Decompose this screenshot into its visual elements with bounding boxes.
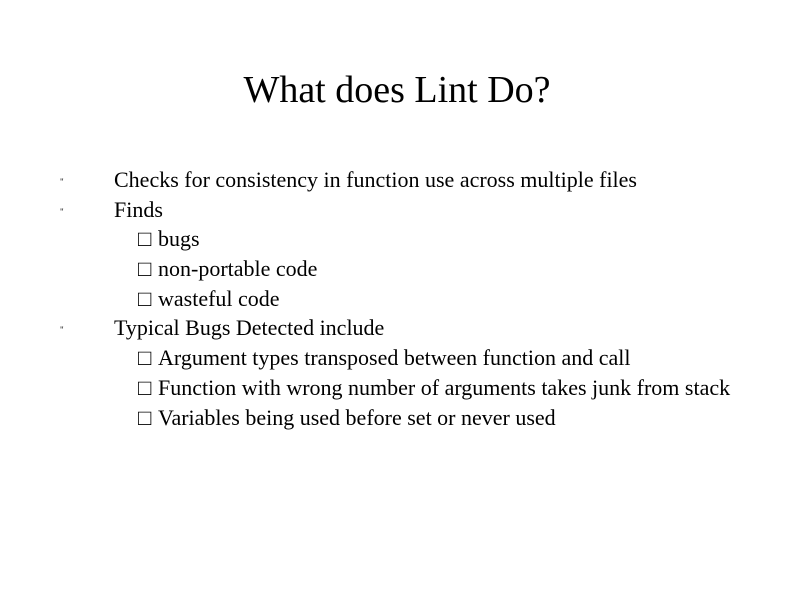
list-item: " Checks for consistency in function use… (114, 165, 738, 195)
sublist-item: □ Argument types transposed between func… (114, 343, 738, 373)
sublist-item: □ non-portable code (114, 254, 738, 284)
slide-title: What does Lint Do? (0, 0, 794, 112)
list-item-text: Checks for consistency in function use a… (114, 165, 738, 195)
slide-content: " Checks for consistency in function use… (114, 165, 738, 432)
box-icon: □ (138, 403, 158, 433)
sublist-item: □ Function with wrong number of argument… (114, 373, 738, 403)
sublist-item-text: Variables being used before set or never… (158, 403, 738, 433)
bullet-mark-icon: " (60, 165, 70, 188)
sublist-item-text: wasteful code (158, 284, 738, 314)
slide: What does Lint Do? " Checks for consiste… (0, 0, 794, 595)
box-icon: □ (138, 284, 158, 314)
list-item-text: Typical Bugs Detected include (114, 313, 738, 343)
bullet-mark-icon: " (60, 195, 70, 218)
list-item: " Typical Bugs Detected include (114, 313, 738, 343)
box-icon: □ (138, 224, 158, 254)
sublist-item: □ wasteful code (114, 284, 738, 314)
list-item-text: Finds (114, 195, 738, 225)
sublist-item-text: Argument types transposed between functi… (158, 343, 738, 373)
sublist-item-text: non-portable code (158, 254, 738, 284)
bullet-mark-icon: " (60, 313, 70, 336)
sublist-item-text: bugs (158, 224, 738, 254)
box-icon: □ (138, 373, 158, 403)
list-item: " Finds (114, 195, 738, 225)
box-icon: □ (138, 254, 158, 284)
sublist-item: □ Variables being used before set or nev… (114, 403, 738, 433)
sublist-item: □ bugs (114, 224, 738, 254)
sublist-item-text: Function with wrong number of arguments … (158, 373, 738, 403)
box-icon: □ (138, 343, 158, 373)
